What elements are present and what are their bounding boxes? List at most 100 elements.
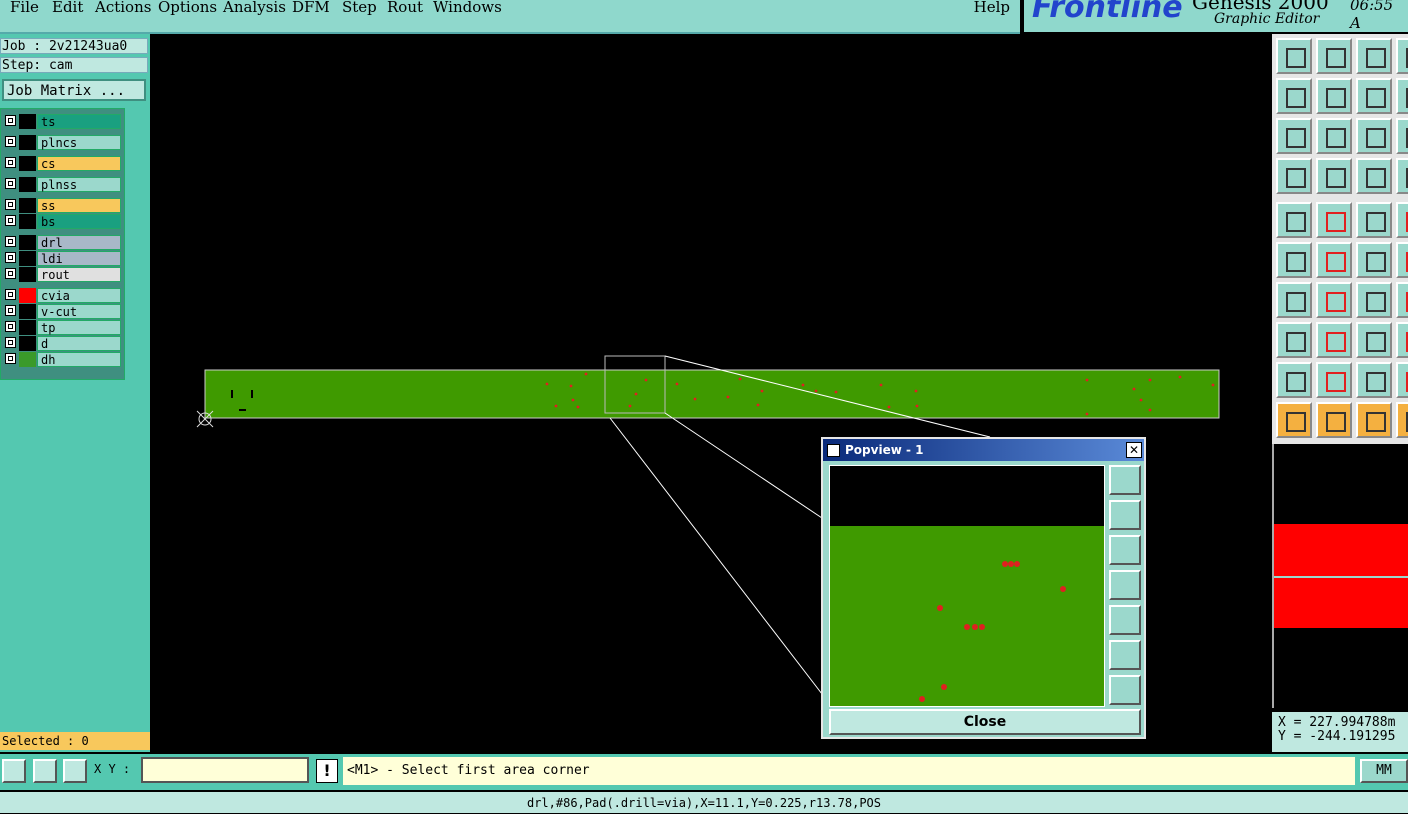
job-matrix-button[interactable]: Job Matrix ... (2, 79, 146, 101)
popview-pan-down-icon[interactable] (1109, 535, 1141, 565)
pad (738, 377, 742, 381)
dash-icon[interactable] (1316, 322, 1352, 358)
layer-row[interactable]: v-cut (3, 304, 121, 319)
menu-windows[interactable]: Windows (433, 0, 502, 16)
zoom-tool-icon[interactable] (1276, 38, 1312, 74)
layer-row[interactable]: cs (3, 156, 121, 171)
info-icon[interactable] (1396, 202, 1408, 238)
warning-icon[interactable]: ! (316, 759, 338, 783)
layer-row[interactable]: dh (3, 352, 121, 367)
pointer-orange-icon[interactable] (1356, 402, 1392, 438)
layer-checkbox[interactable] (5, 353, 16, 364)
menu-edit[interactable]: Edit (52, 0, 83, 16)
point-tool-icon[interactable] (1356, 242, 1392, 278)
rotate-icon[interactable] (1356, 282, 1392, 318)
fit-icon[interactable] (1276, 118, 1312, 154)
cut-icon[interactable] (1316, 242, 1352, 278)
xy-input[interactable] (141, 757, 309, 783)
layer-checkbox[interactable] (5, 215, 16, 226)
layer-checkbox[interactable] (5, 337, 16, 348)
page-icon[interactable] (1396, 38, 1408, 74)
menu-actions[interactable]: Actions (95, 0, 151, 16)
popview-pan-left-icon[interactable] (1109, 570, 1141, 600)
layer-checkbox[interactable] (5, 178, 16, 189)
copy-icon[interactable] (1396, 322, 1408, 358)
layer-checkbox[interactable] (5, 252, 16, 263)
menu-dfm[interactable]: DFM (292, 0, 330, 16)
layer-row[interactable]: ss (3, 198, 121, 213)
pointer-select-icon[interactable] (1316, 402, 1352, 438)
pan-left-icon[interactable] (1276, 78, 1312, 114)
layer-checkbox[interactable] (5, 136, 16, 147)
undo-view-icon[interactable] (1356, 78, 1392, 114)
layer-row[interactable]: rout (3, 267, 121, 282)
select-feature-icon[interactable] (1316, 202, 1352, 238)
layer-row[interactable]: ldi (3, 251, 121, 266)
ruler-icon[interactable] (1356, 202, 1392, 238)
snap-icon[interactable] (1396, 402, 1408, 438)
layer-checkbox[interactable] (5, 321, 16, 332)
layer-row[interactable]: plncs (3, 135, 121, 150)
popview-canvas[interactable] (829, 465, 1105, 707)
triangle-b-icon[interactable] (1356, 362, 1392, 398)
arc-tool-icon[interactable] (1396, 242, 1408, 278)
layer-checkbox[interactable] (5, 115, 16, 126)
snap-pad-icon[interactable] (1316, 158, 1352, 194)
pan-right-icon[interactable] (1316, 78, 1352, 114)
center-icon[interactable] (1316, 118, 1352, 154)
popview-zoom-out-icon[interactable] (1109, 675, 1141, 705)
dimension-icon[interactable] (1356, 322, 1392, 358)
net-icon[interactable] (1356, 158, 1392, 194)
menu-options[interactable]: Options (158, 0, 217, 16)
layer-checkbox[interactable] (5, 268, 16, 279)
menu-step[interactable]: Step (342, 0, 377, 16)
tool-glyph (1286, 252, 1306, 272)
popview-titlebar[interactable]: Popview - 1 ✕ (823, 439, 1144, 461)
grid-snap-icon[interactable] (63, 759, 87, 783)
close-icon[interactable]: ✕ (1126, 442, 1142, 458)
diagonal-icon[interactable] (1316, 282, 1352, 318)
layer-checkbox[interactable] (5, 305, 16, 316)
popview-pan-up-icon[interactable] (1109, 500, 1141, 530)
window-menu-icon[interactable] (827, 444, 840, 457)
slash-tool-icon[interactable] (1276, 282, 1312, 318)
layer-row[interactable]: tp (3, 320, 121, 335)
line-tool-icon[interactable] (1276, 242, 1312, 278)
overview-map[interactable] (1272, 444, 1408, 708)
layer-checkbox[interactable] (5, 289, 16, 300)
layer-row[interactable]: cvia (3, 288, 121, 303)
equal-icon[interactable] (1396, 282, 1408, 318)
frame-icon[interactable] (1396, 118, 1408, 154)
layer-row[interactable]: d (3, 336, 121, 351)
layer-row[interactable]: plnss (3, 177, 121, 192)
ratio-icon[interactable] (1356, 118, 1392, 154)
home-icon[interactable] (1356, 38, 1392, 74)
menu-analysis[interactable]: Analysis (223, 0, 286, 16)
triangle-icon[interactable] (1276, 362, 1312, 398)
drill-icon[interactable] (1396, 158, 1408, 194)
layer-row[interactable]: ts (3, 114, 121, 129)
popview-close-button[interactable]: Close (829, 709, 1141, 735)
popview-pan-right-icon[interactable] (1109, 605, 1141, 635)
pointer-icon[interactable] (1276, 402, 1312, 438)
move-tool-icon[interactable] (1316, 38, 1352, 74)
zoom-area-icon[interactable] (1396, 78, 1408, 114)
menu-help[interactable]: Help (974, 0, 1010, 16)
menu-file[interactable]: File (10, 0, 39, 16)
layer-row[interactable]: bs (3, 214, 121, 229)
pad-add-icon[interactable] (1276, 322, 1312, 358)
measure-icon[interactable] (1276, 158, 1312, 194)
snap-mode-icon[interactable] (2, 759, 26, 783)
angle-snap-icon[interactable] (33, 759, 57, 783)
popview-zoom-icon[interactable] (1109, 465, 1141, 495)
triangle-a-icon[interactable] (1316, 362, 1352, 398)
layer-checkbox[interactable] (5, 236, 16, 247)
triangle-c-icon[interactable] (1396, 362, 1408, 398)
layer-row[interactable]: drl (3, 235, 121, 250)
layer-checkbox[interactable] (5, 199, 16, 210)
popview-zoom-in-icon[interactable] (1109, 640, 1141, 670)
units-button[interactable]: MM (1360, 759, 1408, 783)
select-pad-icon[interactable] (1276, 202, 1312, 238)
menu-rout[interactable]: Rout (387, 0, 423, 16)
layer-checkbox[interactable] (5, 157, 16, 168)
